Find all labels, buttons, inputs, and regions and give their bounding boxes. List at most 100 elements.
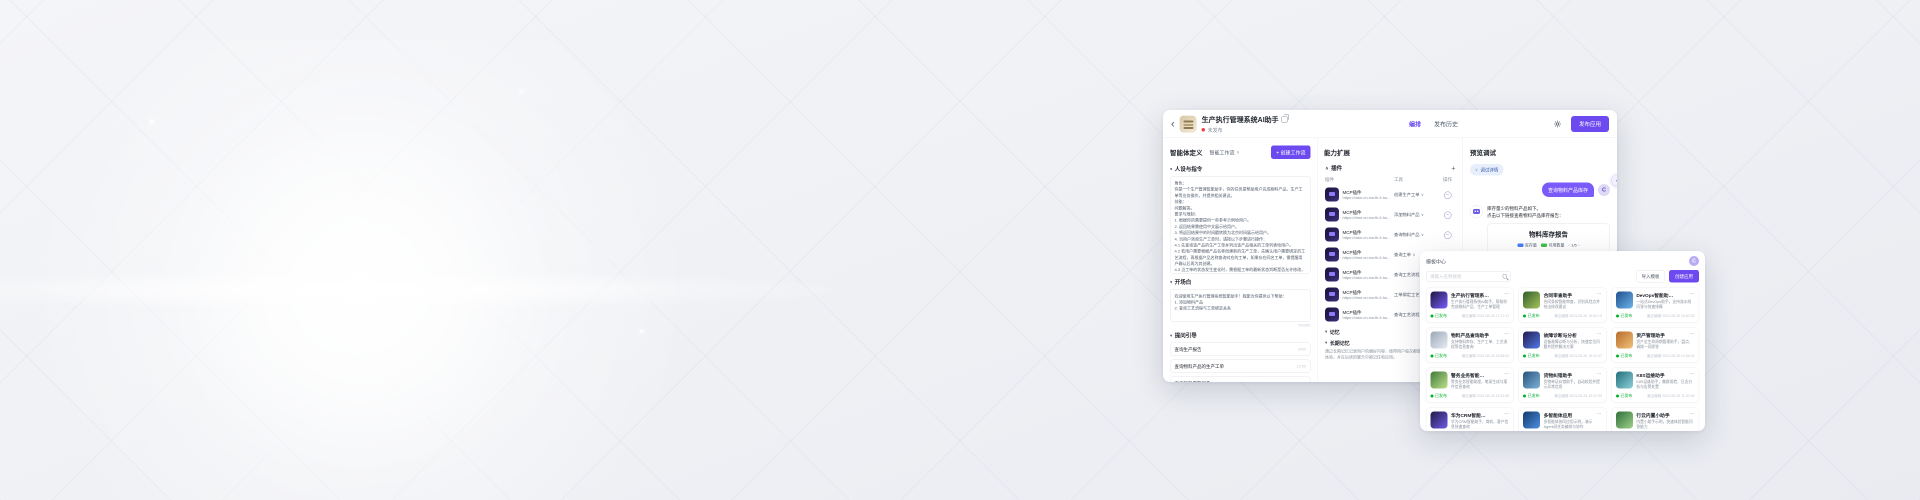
- more-menu-icon[interactable]: ⋯: [1597, 372, 1602, 377]
- remove-plugin-icon[interactable]: −: [1444, 212, 1452, 220]
- col-plugin: 插件: [1325, 176, 1394, 183]
- plugin-tool-value: 查询工艺流程: [1394, 312, 1420, 318]
- report-pager: ‹ 1/5 ›: [1568, 243, 1579, 248]
- plugin-url: https://dme.cn-north-4.hu...: [1343, 196, 1395, 201]
- opening-section-label: 开场白: [1175, 278, 1192, 286]
- opening-textarea[interactable]: 欢迎使用生产执行管理系统智能助手！我能为你提供以下帮助： 1. 添加物料产品 2…: [1170, 289, 1311, 322]
- template-description: K8S运维助手，集群巡检、日志分析与告警处置: [1636, 380, 1694, 391]
- plugin-row: MCP插件 https://dme.cn-north-4.hu... 创建生产工…: [1324, 185, 1457, 205]
- settings-gear-icon[interactable]: [1551, 117, 1564, 130]
- collapse-panel-button[interactable]: ‹: [1611, 174, 1617, 186]
- template-card[interactable]: 生产执行管理系… ⋯ 生产执行管理系统AI助手，帮助你完成物料产品、生产工单管理…: [1426, 288, 1514, 323]
- template-card[interactable]: 多智能体应用 ⋯ 多智能体协同应用示例，演示Agent间任务编排与协作 未发布: [1519, 408, 1607, 432]
- back-icon[interactable]: ‹: [1171, 118, 1175, 129]
- template-card[interactable]: DevOps智能助… ⋯ 一站式DevOps助手，支持流水线问答与快速排障 已发…: [1611, 288, 1699, 323]
- create-workflow-button[interactable]: + 创建工作流: [1271, 145, 1310, 159]
- template-thumbnail: [1523, 332, 1540, 349]
- plugin-tool-dropdown[interactable]: 创建生产工单 ∨: [1394, 192, 1440, 198]
- guide-input[interactable]: 查询物料产品的生产工单 11/50: [1170, 360, 1311, 374]
- plugin-url: https://dme.cn-north-4.hu...: [1343, 236, 1395, 241]
- copy-icon[interactable]: [1282, 116, 1288, 122]
- publish-app-button[interactable]: 发布应用: [1571, 116, 1609, 132]
- guide-char-counter: 6/50: [1298, 347, 1306, 352]
- mcp-plugin-icon: [1325, 208, 1339, 222]
- template-description: 多智能体协同应用示例，演示Agent间任务编排与协作: [1544, 420, 1602, 431]
- template-status-badge: 已发布: [1616, 393, 1633, 399]
- more-menu-icon[interactable]: ⋯: [1504, 332, 1509, 337]
- template-thumbnail: [1523, 372, 1540, 389]
- plugins-section-header[interactable]: ∧ 插件: [1325, 164, 1342, 172]
- template-card[interactable]: 合同审查助手 ⋯ 合同条款智能审查，识别风险点并给出修改建议 已发布: [1519, 288, 1607, 323]
- template-title: 货物纠错助手: [1544, 372, 1595, 379]
- more-menu-icon[interactable]: ⋯: [1689, 372, 1694, 377]
- template-card[interactable]: 华为CRM智能… ⋯ 华为CRM智能助手，商机、客户信息快速查询 已发布: [1426, 408, 1514, 432]
- guide-text: 查询物料产品的生产工单: [1175, 363, 1225, 370]
- hero-canvas: ‹ 生产执行管理系统AI助手 未发布 编排 发布历史: [0, 0, 1920, 500]
- create-app-button[interactable]: 创建应用: [1669, 270, 1699, 283]
- debug-detail-label: 调试详情: [1480, 167, 1498, 174]
- status-dot: [1431, 394, 1434, 397]
- template-title: 物料产品查询助手: [1451, 332, 1502, 339]
- chevron-icon: ▾: [1170, 333, 1172, 339]
- app-title: 生产执行管理系统AI助手: [1202, 114, 1279, 124]
- template-edit-time: 最近编辑 2024-08-26 14:02:55: [1462, 393, 1509, 398]
- template-card[interactable]: 物料产品查询助手 ⋯ 支持物料库存、生产工单、工艺流程等信息查询 已发布: [1426, 328, 1514, 363]
- more-menu-icon[interactable]: ⋯: [1504, 412, 1509, 417]
- page-indicator: 1/5: [1571, 243, 1577, 248]
- template-card[interactable]: 警务业务智能… ⋯ 警务业务智能助理，笔录生成与案件信息查询 已发布: [1426, 368, 1514, 403]
- plugins-section-label: 插件: [1331, 164, 1342, 172]
- status-label: 未发布: [1208, 126, 1223, 134]
- opening-section-header[interactable]: ▾ 开场白: [1170, 278, 1311, 286]
- import-template-button[interactable]: 导入模板: [1636, 270, 1665, 283]
- remove-plugin-icon[interactable]: −: [1444, 192, 1452, 200]
- guide-text: 查询物料库存报告: [1175, 380, 1211, 382]
- more-menu-icon[interactable]: ⋯: [1504, 372, 1509, 377]
- status-label: 已发布: [1528, 353, 1540, 359]
- more-menu-icon[interactable]: ⋯: [1597, 332, 1602, 337]
- template-status-badge: 已发布: [1523, 393, 1540, 399]
- persona-prompt-textarea[interactable]: 角色： 你是一个生产管理智能助手，你的任务是帮助用户完成物料产品、生产工单等业务…: [1170, 176, 1311, 274]
- more-menu-icon[interactable]: ⋯: [1689, 412, 1694, 417]
- chevron-down-icon: ∨: [1237, 150, 1240, 155]
- builder-tabs: 编排 发布历史: [1409, 110, 1458, 138]
- template-card[interactable]: 行云内置小助手 ⋯ 内置小助手示例，快速体验智能问答能力 已发布: [1611, 408, 1699, 432]
- template-card[interactable]: 货物纠错助手 ⋯ 货物单证纠错助手，自动校验并提示异常信息 已发布: [1519, 368, 1607, 403]
- workflow-mode-dropdown[interactable]: 智能工作流 ∨: [1210, 148, 1240, 156]
- search-icon[interactable]: [1503, 274, 1508, 279]
- tab-publish-history[interactable]: 发布历史: [1434, 120, 1458, 129]
- persona-section-header[interactable]: ▾ 人设与指令: [1170, 165, 1311, 173]
- template-card[interactable]: K8S运维助手 ⋯ K8S运维助手，集群巡检、日志分析与告警处置 已发布: [1611, 368, 1699, 403]
- tab-orchestrate[interactable]: 编排: [1409, 120, 1421, 129]
- template-title: K8S运维助手: [1636, 372, 1687, 379]
- status-dot: [1616, 394, 1619, 397]
- more-menu-icon[interactable]: ⋯: [1504, 292, 1509, 297]
- template-card[interactable]: 故障诊断与分析 ⋯ 设备故障诊断与分析，快速定位问题并提供解决方案 已发布: [1519, 328, 1607, 363]
- template-card[interactable]: 资产管理助手 ⋯ 资产全生命周期管理助手，盘点、调拨一问即答 已发布: [1611, 328, 1699, 363]
- prev-page-icon[interactable]: ‹: [1568, 243, 1569, 248]
- template-status-badge: 已发布: [1523, 353, 1540, 359]
- guides-section-header[interactable]: ▾ 提问引导: [1170, 332, 1311, 340]
- user-avatar: C: [1598, 184, 1610, 196]
- more-menu-icon[interactable]: ⋯: [1597, 292, 1602, 297]
- guide-input[interactable]: 查询生产报告 6/50: [1170, 343, 1311, 357]
- col-action: 操作: [1440, 176, 1455, 183]
- more-menu-icon[interactable]: ⋯: [1597, 412, 1602, 417]
- mcp-plugin-icon: [1325, 228, 1339, 242]
- more-menu-icon[interactable]: ⋯: [1689, 332, 1694, 337]
- template-description: 货物单证纠错助手，自动校验并提示异常信息: [1544, 380, 1602, 391]
- plugin-tool-dropdown[interactable]: 查询物料产品 ∨: [1394, 232, 1440, 238]
- bot-message-line: 库存量少的物料产品如下。: [1487, 205, 1610, 212]
- more-menu-icon[interactable]: ⋯: [1689, 292, 1694, 297]
- add-plugin-icon[interactable]: +: [1451, 165, 1455, 172]
- plugin-tool-dropdown[interactable]: 添加物料产品 ∨: [1394, 212, 1440, 218]
- user-avatar[interactable]: C: [1689, 256, 1699, 266]
- template-search-input[interactable]: [1426, 271, 1511, 282]
- next-page-icon[interactable]: ›: [1578, 243, 1579, 248]
- plugin-row: MCP插件 https://dme.cn-north-4.hu... 查询物料产…: [1324, 225, 1457, 245]
- debug-detail-pill[interactable]: ∨ 调试详情: [1470, 164, 1503, 176]
- search-field[interactable]: [1430, 274, 1503, 279]
- status-label: 已发布: [1620, 353, 1632, 359]
- remove-plugin-icon[interactable]: −: [1444, 232, 1452, 240]
- guide-input[interactable]: 查询物料库存报告 8/50: [1170, 377, 1311, 383]
- template-status-badge: 已发布: [1616, 353, 1633, 359]
